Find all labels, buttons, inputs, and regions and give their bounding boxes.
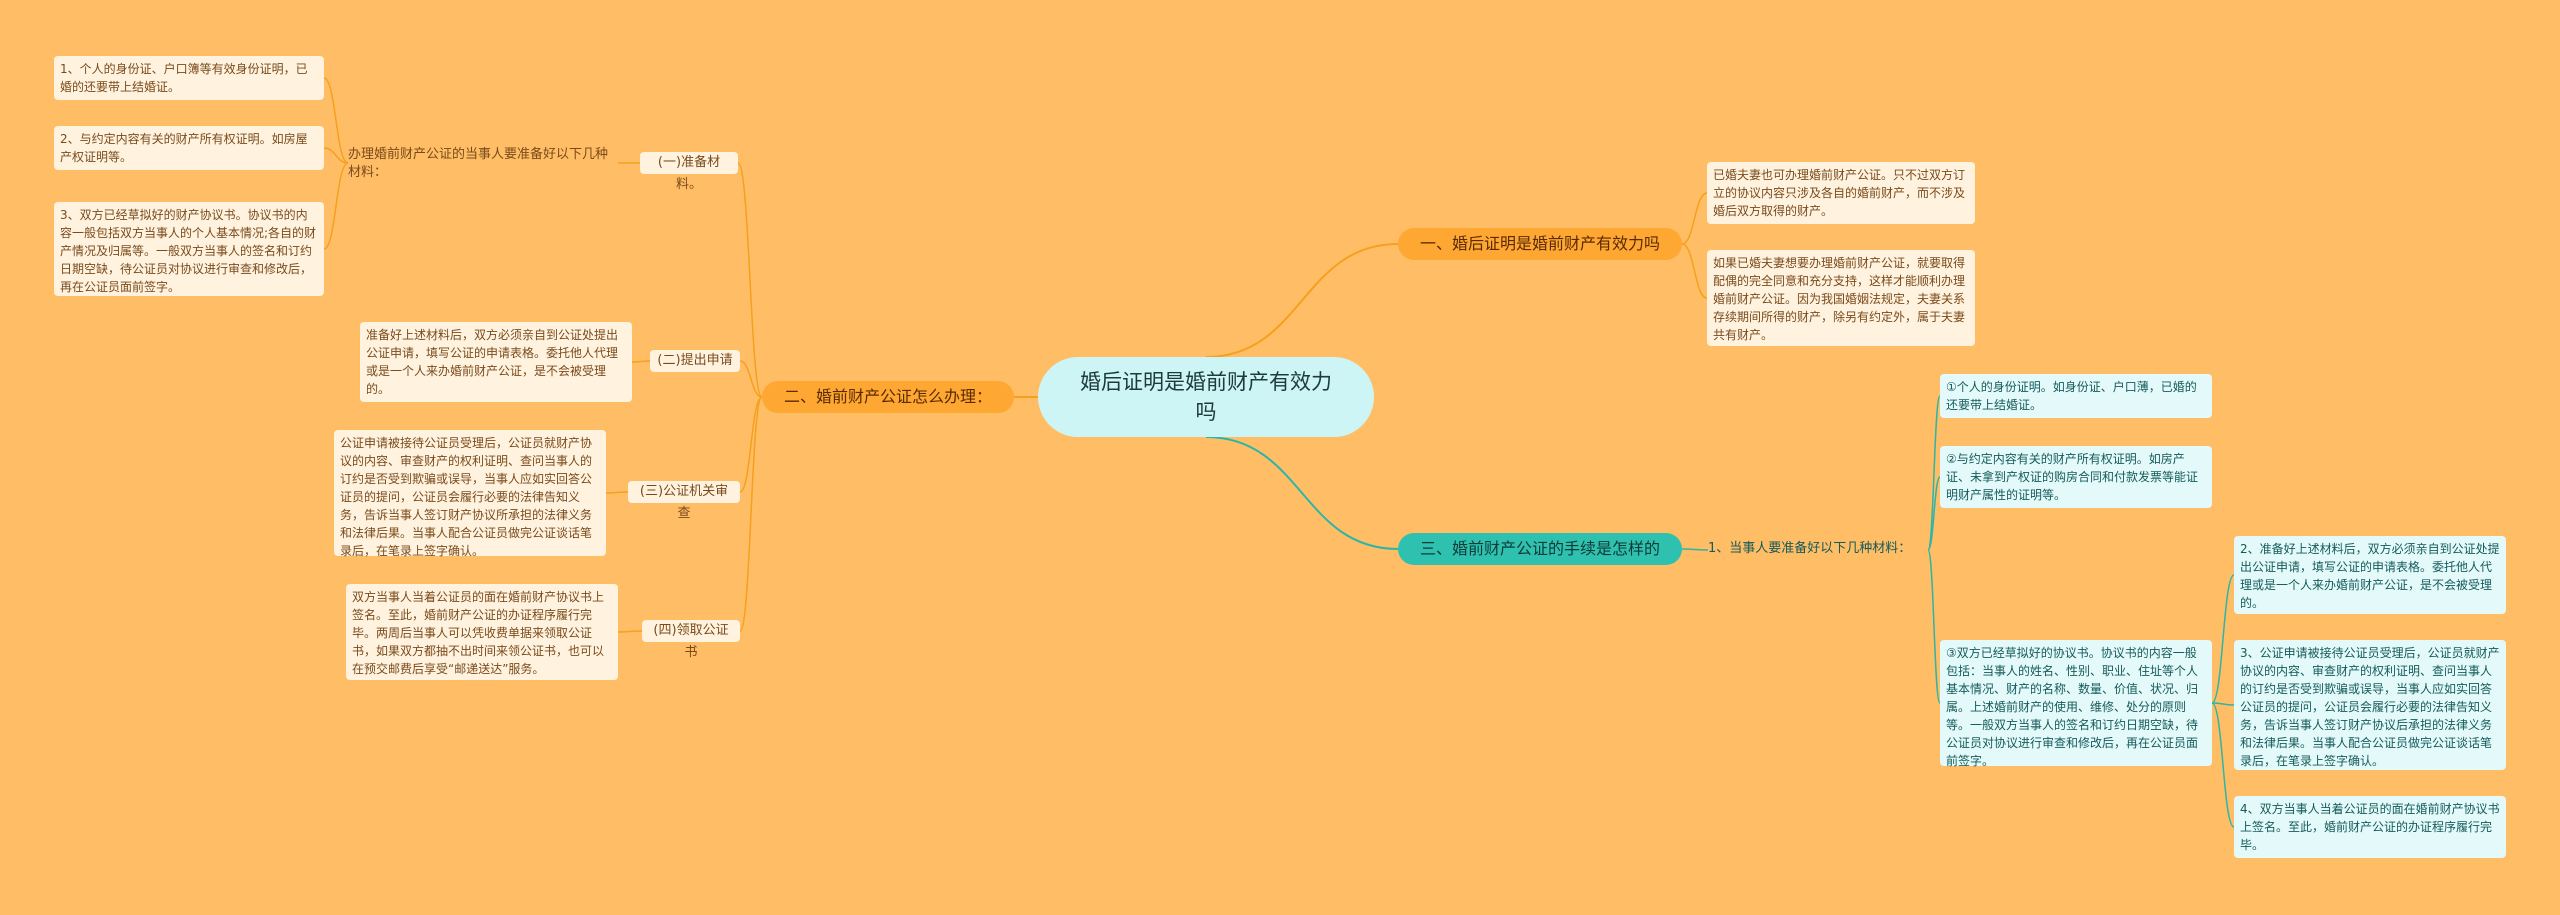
root-topic-text: 婚后证明是婚前财产有效力吗 xyxy=(1080,370,1332,424)
link-b1-l2 xyxy=(1681,243,1708,299)
link-root-b1 xyxy=(1205,243,1399,358)
branch-2[interactable]: 二、婚前财产公证怎么办理： xyxy=(762,381,1014,413)
b2-sub-4-leaf[interactable]: 双方当事人当着公证员的面在婚前财产协议书上签名。至此，婚前财产公证的办证程序履行… xyxy=(346,584,618,680)
link-s2-leaf xyxy=(631,360,651,363)
root-topic[interactable]: 婚后证明是婚前财产有效力吗 xyxy=(1038,357,1374,437)
link-i3-s3 xyxy=(2211,702,2235,706)
link-label-m1 xyxy=(323,77,349,164)
b2-material-1[interactable]: 1、个人的身份证、户口簿等有效身份证明，已婚的还要带上结婚证。 xyxy=(54,56,324,100)
b2-material-3[interactable]: 3、双方已经草拟好的财产协议书。协议书的内容一般包括双方当事人的个人基本情况;各… xyxy=(54,202,324,296)
b2-sub-2[interactable]: (二)提出申请 xyxy=(650,350,740,372)
b3-step-2[interactable]: 2、准备好上述材料后，双方必须亲自到公证处提出公证申请，填写公证的申请表格。委托… xyxy=(2234,536,2506,614)
link-label-m3 xyxy=(323,162,349,250)
b2-sub-1-label: 办理婚前财产公证的当事人要准备好以下几种材料： xyxy=(348,147,609,180)
b3-step-3[interactable]: 3、公证申请被接待公证员受理后，公证员就财产协议的内容、审查财产的权利证明、查问… xyxy=(2234,640,2506,770)
branch-3[interactable]: 三、婚前财产公证的手续是怎样的 xyxy=(1398,533,1682,565)
branch-3-text: 三、婚前财产公证的手续是怎样的 xyxy=(1419,539,1660,558)
b2-sub-4[interactable]: (四)领取公证书 xyxy=(642,620,740,660)
b3-item-2[interactable]: ②与约定内容有关的财产所有权证明。如房产证、未拿到产权证的购房合同和付款发票等能… xyxy=(1940,446,2212,508)
link-sub-i3 xyxy=(1927,549,1941,704)
link-sub-i1 xyxy=(1927,395,1941,551)
link-root-b3 xyxy=(1205,436,1399,550)
b3-sub: 1、当事人要准备好以下几种材料： xyxy=(1708,541,1912,556)
b3-item-3[interactable]: ③双方已经草拟好的协议书。协议书的内容一般包括：当事人的姓名、性别、职业、住址等… xyxy=(1940,640,2212,768)
link-s4-leaf xyxy=(617,630,643,633)
b3-step-4[interactable]: 4、双方当事人当着公证员的面在婚前财产协议书上签名。至此，婚前财产公证的办证程序… xyxy=(2234,796,2506,858)
b2-sub-3-leaf[interactable]: 公证申请被接待公证员受理后，公证员就财产协议的内容、审查财产的权利证明、查问当事… xyxy=(334,430,606,558)
b1-leaf-1[interactable]: 已婚夫妻也可办理婚前财产公证。只不过双方订立的协议内容只涉及各自的婚前财产，而不… xyxy=(1707,162,1975,224)
link-b2-s4 xyxy=(739,396,763,632)
link-b3-sub xyxy=(1681,548,1709,551)
b3-item-1[interactable]: ①个人的身份证明。如身份证、户口薄，已婚的还要带上结婚证。 xyxy=(1940,374,2212,418)
link-b1-l1 xyxy=(1681,192,1708,245)
b1-leaf-2[interactable]: 如果已婚夫妻想要办理婚前财产公证，就要取得配偶的完全同意和充分支持，这样才能顺利… xyxy=(1707,250,1975,346)
b2-sub-2-leaf[interactable]: 准备好上述材料后，双方必须亲自到公证处提出公证申请，填写公证的申请表格。委托他人… xyxy=(360,322,632,402)
b2-sub-3[interactable]: (三)公证机关审查 xyxy=(628,481,740,521)
branch-2-text: 二、婚前财产公证怎么办理： xyxy=(783,387,992,406)
b2-sub-1[interactable]: (一)准备材料。 xyxy=(640,152,738,192)
branch-1[interactable]: 一、婚后证明是婚前财产有效力吗 xyxy=(1398,228,1682,260)
link-b2-s3 xyxy=(739,396,763,493)
branch-1-text: 一、婚后证明是婚前财产有效力吗 xyxy=(1419,234,1660,253)
link-i3-s4 xyxy=(2211,702,2235,828)
b2-material-2[interactable]: 2、与约定内容有关的财产所有权证明。如房屋产权证明等。 xyxy=(54,126,324,170)
link-i3-s2 xyxy=(2211,574,2235,704)
link-s3-leaf xyxy=(605,491,629,494)
